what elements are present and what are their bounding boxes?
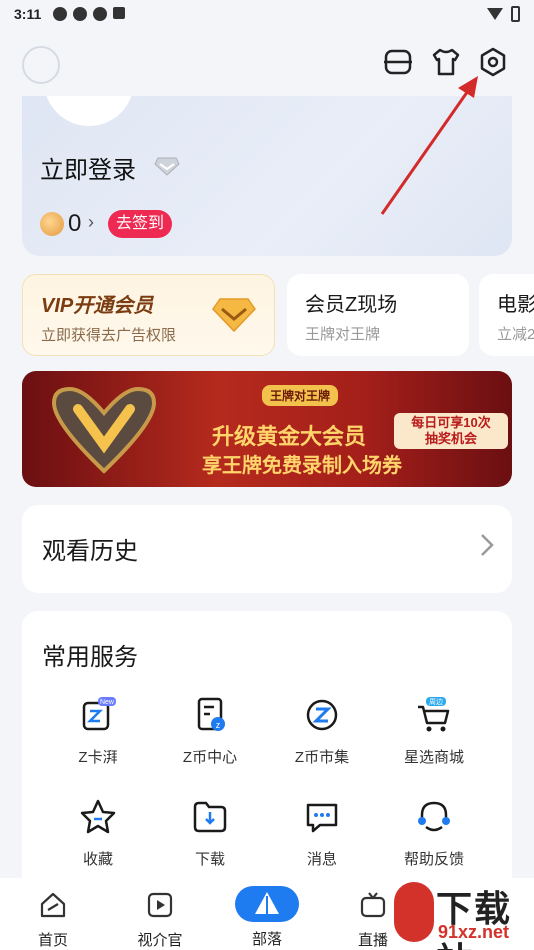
service-star-mall[interactable]: 周边 星选商城	[384, 695, 484, 767]
tab-tribe-highlight[interactable]	[235, 886, 299, 922]
service-label: 收藏	[82, 851, 113, 868]
coin-icon	[40, 212, 64, 236]
service-messages[interactable]: 消息	[272, 797, 372, 869]
avatar[interactable]	[44, 96, 134, 126]
svg-text:New: New	[100, 699, 115, 706]
vip-open-card[interactable]: VIP开通会员 立即获得去广告权限	[22, 274, 275, 356]
notification-icon	[73, 7, 88, 21]
service-label: 帮助反馈	[403, 851, 464, 868]
service-label: Z币中心	[182, 749, 238, 766]
tab-label: 首页	[37, 932, 68, 949]
tab-tribe[interactable]: 部落	[227, 928, 307, 949]
video-icon	[147, 892, 173, 918]
download-folder-icon	[193, 801, 227, 833]
services-title: 常用服务	[42, 644, 138, 671]
service-download[interactable]: 下载	[160, 797, 260, 869]
banner-tag-line: 每日可享10次	[411, 415, 491, 430]
watch-history-title: 观看历史	[42, 538, 138, 565]
tab-label: 部落	[251, 931, 282, 948]
service-label: 下载	[194, 851, 225, 868]
watermark-url: 91xz.net	[438, 922, 510, 942]
site-watermark: 下载站 91xz.net	[394, 878, 534, 950]
login-link[interactable]: 立即登录	[40, 150, 136, 185]
gold-v-trophy-icon	[51, 386, 157, 474]
service-z-card[interactable]: New Z卡湃	[48, 695, 148, 767]
svg-text:z: z	[216, 720, 221, 730]
z-coin-market-icon	[306, 699, 338, 731]
service-label: 消息	[306, 851, 337, 868]
tribe-icon	[255, 892, 279, 914]
watermark-logo-icon	[394, 882, 434, 942]
home-icon	[40, 892, 66, 918]
services-card: 常用服务 New Z卡湃 z Z币中心 Z币市集 周边 星选商城 收藏 下载 消…	[22, 611, 512, 881]
tab-video[interactable]: 视介官	[120, 890, 200, 950]
vip-row: VIP开通会员 立即获得去广告权限 会员Z现场 王牌对王牌 电影 立减2	[0, 274, 534, 358]
banner-subheadline: 享王牌免费录制入场券	[202, 455, 402, 477]
notification-icon	[93, 7, 108, 21]
notification-icon	[113, 7, 126, 19]
battery-icon	[511, 6, 520, 22]
vip-movie-card[interactable]: 电影 立减2	[479, 274, 534, 356]
vip-card-title: 电影	[497, 294, 534, 316]
vip-live-card[interactable]: 会员Z现场 王牌对王牌	[287, 274, 469, 356]
banner-tag: 每日可享10次 抽奖机会	[394, 413, 508, 449]
z-coin-center-icon: z	[197, 697, 225, 731]
svg-text:周边: 周边	[429, 697, 443, 706]
chevron-right-icon	[481, 534, 494, 556]
chevron-right-icon: ›	[88, 212, 94, 232]
tab-home[interactable]: 首页	[13, 890, 93, 950]
vip-gem-icon	[212, 298, 256, 333]
diamond-icon	[154, 157, 180, 176]
promo-banner[interactable]: 王牌对王牌 升级黄金大会员 享王牌免费录制入场券 每日可享10次 抽奖机会	[22, 371, 512, 487]
service-label: Z卡湃	[78, 749, 118, 766]
banner-headline: 升级黄金大会员	[212, 424, 367, 449]
service-z-coin-center[interactable]: z Z币中心	[160, 695, 260, 767]
tab-label: 视介官	[137, 932, 183, 949]
help-feedback-icon	[418, 801, 450, 832]
service-label: Z币市集	[294, 749, 350, 766]
status-bar: 3:11	[0, 0, 534, 28]
app-logo-icon	[22, 46, 60, 84]
service-z-coin-market[interactable]: Z币市集	[272, 695, 372, 767]
service-favorites[interactable]: 收藏	[48, 797, 148, 869]
sign-in-button[interactable]: 去签到	[108, 210, 173, 238]
annotation-arrow-icon	[380, 76, 478, 215]
z-card-icon: New	[82, 697, 116, 731]
wifi-icon	[487, 8, 503, 20]
live-icon	[360, 892, 386, 918]
vip-card-title: 会员Z现场	[305, 294, 398, 316]
banner-tag-line: 抽奖机会	[424, 431, 477, 446]
notification-icon	[53, 7, 68, 21]
cart-icon: 周边	[418, 697, 450, 732]
banner-badge: 王牌对王牌	[262, 385, 339, 406]
notification-icons	[53, 7, 126, 21]
service-help-feedback[interactable]: 帮助反馈	[384, 797, 484, 869]
message-icon	[306, 803, 338, 833]
service-label: 星选商城	[403, 749, 464, 766]
coin-count[interactable]: 0	[68, 210, 81, 238]
vip-card-subtitle: 立减2	[497, 326, 534, 343]
star-icon	[80, 799, 116, 834]
vip-card-subtitle: 王牌对王牌	[305, 326, 381, 343]
watch-history-card[interactable]: 观看历史	[22, 505, 512, 593]
status-time: 3:11	[14, 6, 42, 22]
